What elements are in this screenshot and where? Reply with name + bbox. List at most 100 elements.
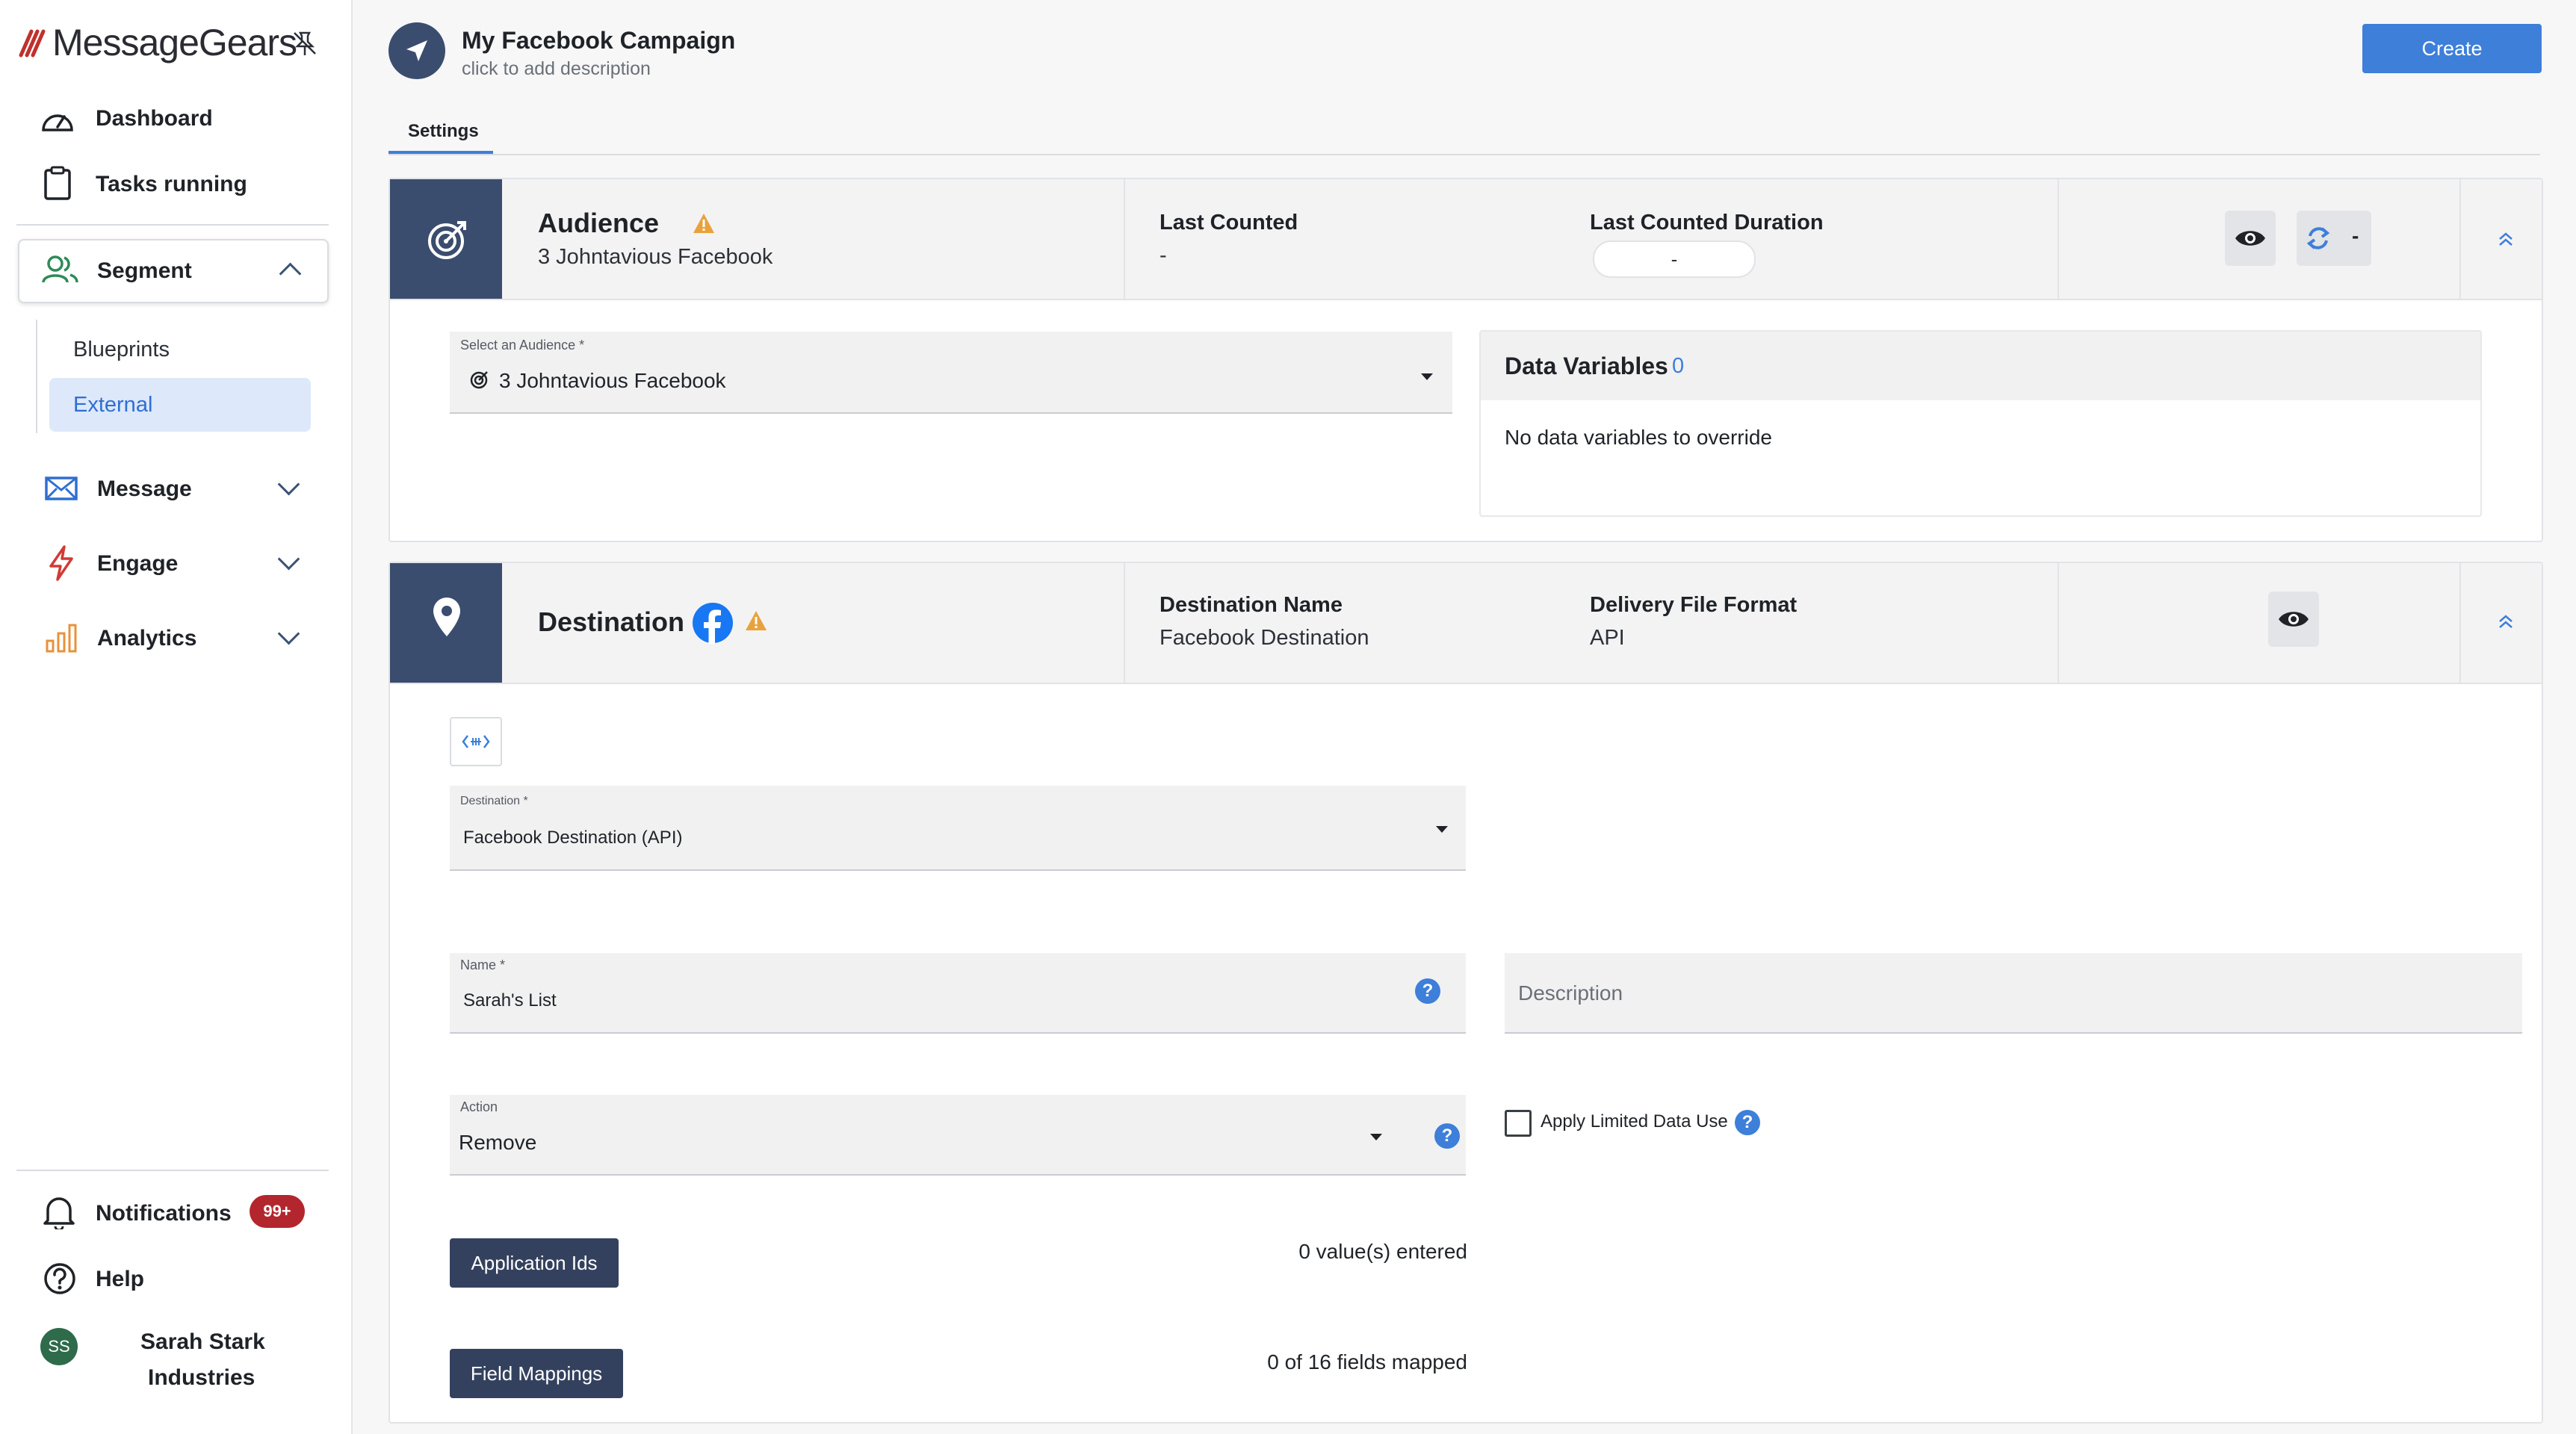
field-value: 3 Johntavious Facebook (499, 369, 726, 392)
preview-destination-button[interactable] (2268, 592, 2319, 647)
dropdown-caret-icon (1370, 1134, 1382, 1140)
collapse-audience-button[interactable] (2491, 226, 2521, 255)
field-value: Remove (459, 1131, 537, 1154)
field-value: Sarah's List (463, 990, 557, 1011)
data-variables-empty: No data variables to override (1505, 426, 1772, 449)
sidebar-item-label: Engage (97, 551, 179, 576)
preview-audience-button[interactable] (2225, 211, 2276, 266)
button-label: Field Mappings (470, 1362, 603, 1385)
limited-data-use-checkbox[interactable] (1505, 1110, 1532, 1137)
audience-subtitle: 3 Johntavious Facebook (538, 245, 773, 269)
help-icon[interactable]: ? (1735, 1110, 1760, 1135)
application-ids-button[interactable]: Application Ids (450, 1238, 619, 1288)
subitem-label: External (73, 393, 153, 417)
org-name-line2: Industries (148, 1365, 256, 1390)
collapse-destination-button[interactable] (2491, 608, 2521, 638)
sidebar-item-analytics[interactable]: Analytics (16, 615, 323, 660)
page-title[interactable]: My Facebook Campaign (462, 27, 735, 55)
brand-logo[interactable]: MessageGears (16, 21, 297, 66)
double-chevron-up-icon (2499, 232, 2512, 246)
last-counted-duration-label: Last Counted Duration (1590, 211, 1824, 235)
target-icon (428, 221, 466, 259)
target-icon (470, 371, 488, 389)
create-button[interactable]: Create (2362, 24, 2542, 73)
help-icon[interactable]: ? (1434, 1123, 1460, 1149)
data-variables-count: 0 (1672, 354, 1685, 378)
header-separator (2459, 563, 2461, 683)
sidebar-item-engage[interactable]: Engage (16, 541, 323, 586)
field-label: Destination * (460, 795, 528, 807)
description-placeholder[interactable]: click to add description (462, 58, 651, 80)
bell-icon (43, 1197, 75, 1229)
destination-icon-block (390, 563, 502, 683)
sidebar-item-label: Tasks running (96, 172, 247, 196)
mail-icon (45, 477, 78, 500)
sidebar-item-label: Segment (97, 258, 192, 283)
refresh-count-button[interactable]: - (2297, 211, 2371, 266)
tab-label: Settings (408, 121, 479, 141)
sidebar-item-dashboard[interactable]: Dashboard (16, 97, 323, 140)
main-content: My Facebook Campaign click to add descri… (353, 0, 2576, 1434)
limited-data-use-label[interactable]: Apply Limited Data Use (1541, 1111, 1728, 1132)
destination-name-label: Destination Name (1159, 593, 1343, 617)
sidebar-subitem-blueprints[interactable]: Blueprints (49, 330, 311, 369)
lightning-icon (49, 545, 73, 581)
header-separator (1124, 563, 1125, 683)
user-account[interactable]: SS Sarah Stark Industries (16, 1322, 323, 1404)
dropdown-caret-icon (1436, 826, 1448, 833)
sidebar-item-label: Message (97, 477, 192, 501)
warning-icon (693, 214, 714, 233)
help-icon[interactable]: ? (1415, 978, 1440, 1004)
unpin-icon[interactable] (291, 30, 318, 57)
destination-panel-header[interactable]: Destination Destination Name Facebook De… (390, 563, 2542, 684)
duration-value: - (1671, 248, 1678, 270)
create-button-label: Create (2421, 37, 2483, 60)
logo-mark-icon (19, 29, 46, 58)
campaign-type-icon (388, 22, 445, 79)
delivery-format-value: API (1590, 626, 1625, 650)
description-input[interactable]: Description (1505, 953, 2522, 1034)
sidebar-item-label: Help (96, 1267, 145, 1291)
chevron-up-icon[interactable] (279, 262, 302, 285)
last-counted-label: Last Counted (1159, 211, 1298, 235)
action-select[interactable]: Action Remove ? (450, 1095, 1466, 1176)
sidebar-item-message[interactable]: Message (16, 466, 323, 511)
sidebar-divider (16, 224, 329, 226)
chevron-down-icon[interactable] (277, 622, 300, 645)
audience-panel-header[interactable]: Audience 3 Johntavious Facebook Last Cou… (390, 179, 2542, 300)
name-input[interactable]: Name * Sarah's List ? (450, 953, 1466, 1034)
clipboard-icon (44, 166, 71, 200)
last-counted-value: - (1159, 243, 1167, 267)
org-name-line1: Sarah Stark (140, 1329, 265, 1354)
tab-settings[interactable]: Settings (388, 111, 493, 154)
sidebar-item-segment[interactable]: Segment (18, 239, 329, 303)
field-label: Select an Audience * (460, 338, 585, 353)
sidebar-item-help[interactable]: Help (16, 1256, 323, 1301)
header-separator (1124, 179, 1125, 299)
dropdown-caret-icon (1421, 373, 1433, 380)
paper-plane-icon (406, 40, 427, 61)
destination-select[interactable]: Destination * Facebook Destination (API) (450, 786, 1466, 871)
data-variables-header[interactable]: Data Variables 0 (1481, 332, 2480, 400)
chevron-down-icon[interactable] (277, 473, 300, 496)
warning-icon (746, 611, 767, 630)
description-placeholder: Description (1518, 981, 1623, 1005)
sidebar-subitem-external[interactable]: External (49, 378, 311, 432)
field-mappings-button[interactable]: Field Mappings (450, 1349, 623, 1398)
sidebar-item-tasks-running[interactable]: Tasks running (16, 161, 323, 205)
sidebar-divider (16, 1170, 329, 1171)
code-view-button[interactable] (450, 717, 502, 766)
sidebar-item-notifications[interactable]: Notifications 99+ (16, 1189, 323, 1234)
audience-select[interactable]: Select an Audience * 3 Johntavious Faceb… (450, 332, 1452, 414)
audience-title: Audience (538, 208, 660, 238)
refresh-icon (2306, 227, 2330, 249)
field-value: Facebook Destination (API) (463, 828, 683, 848)
sidebar: MessageGears Dashboard Tasks running Seg… (0, 0, 353, 1434)
audience-panel: Audience 3 Johntavious Facebook Last Cou… (388, 178, 2543, 542)
notifications-badge: 99+ (250, 1195, 305, 1228)
header-separator (2058, 563, 2059, 683)
field-label: Action (460, 1099, 498, 1114)
code-brackets-icon (462, 735, 490, 748)
field-mappings-status: 0 of 16 fields mapped (1267, 1350, 1467, 1374)
chevron-down-icon[interactable] (277, 547, 300, 571)
